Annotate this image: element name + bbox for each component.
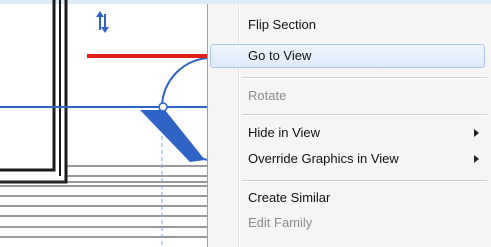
menu-item-label: Override Graphics in View <box>248 151 399 166</box>
submenu-arrow-icon <box>474 129 479 137</box>
section-grip[interactable] <box>158 102 168 112</box>
menu-item-go-to-view[interactable]: Go to View <box>210 44 485 68</box>
menu-item-label: Edit Family <box>248 215 313 230</box>
menu-item-hide-in-view[interactable]: Hide in View <box>208 121 491 145</box>
menu-item-label: Go to View <box>248 48 312 63</box>
submenu-arrow-icon <box>474 155 479 163</box>
menu-item-create-similar[interactable]: Create Similar <box>208 186 491 210</box>
menu-item-label: Hide in View <box>248 125 321 140</box>
menu-item-flip-section[interactable]: Flip Section <box>208 13 491 37</box>
menu-separator <box>242 114 487 116</box>
menu-item-override-graphics[interactable]: Override Graphics in View <box>208 147 491 171</box>
context-menu: Flip Section Go to View Rotate Hide in V… <box>207 4 491 247</box>
menu-separator <box>242 77 487 79</box>
menu-item-label: Create Similar <box>248 190 331 205</box>
menu-separator <box>242 180 487 182</box>
drawing-paper <box>0 4 210 247</box>
screenshot-root: Flip Section Go to View Rotate Hide in V… <box>0 0 491 247</box>
menu-item-rotate[interactable]: Rotate <box>208 84 491 108</box>
menu-item-label: Rotate <box>248 88 287 103</box>
menu-item-label: Flip Section <box>248 17 316 32</box>
menu-item-edit-family[interactable]: Edit Family <box>208 211 491 235</box>
